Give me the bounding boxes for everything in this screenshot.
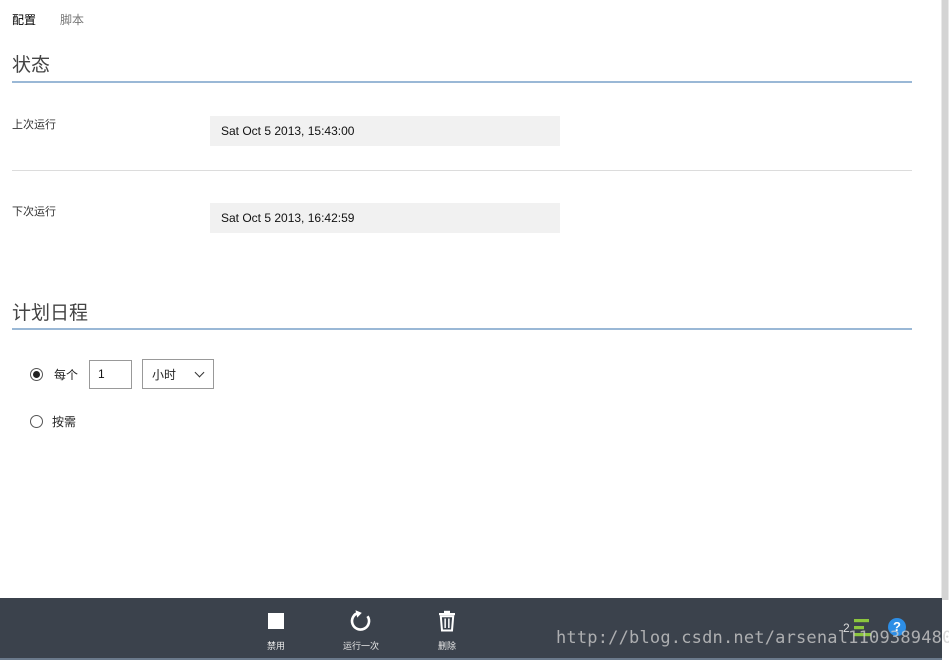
disable-button[interactable]: 禁用	[264, 598, 288, 652]
delete-button[interactable]: 删除	[435, 598, 459, 652]
tab-strip: 配置 脚本	[12, 11, 84, 28]
stop-icon	[264, 609, 288, 633]
chevron-down-icon	[194, 367, 205, 378]
interval-input[interactable]	[89, 359, 133, 389]
row-divider	[12, 170, 912, 171]
command-bar: 禁用 运行一次 删除	[0, 598, 942, 660]
status-section-title: 状态	[12, 55, 51, 76]
every-label: 每个	[54, 367, 79, 382]
interval-unit-select[interactable]: 小时	[142, 359, 215, 389]
schedule-section-divider	[12, 328, 912, 330]
tab-script[interactable]: 脚本	[60, 11, 84, 28]
next-run-label: 下次运行	[12, 206, 56, 218]
last-run-label: 上次运行	[12, 119, 56, 131]
delete-label: 删除	[437, 641, 456, 651]
run-once-button[interactable]: 运行一次	[343, 598, 379, 652]
on-demand-label: 按需	[52, 415, 77, 429]
disable-label: 禁用	[266, 641, 285, 651]
trash-icon	[435, 609, 459, 633]
schedule-every-row: 每个 小时	[30, 359, 215, 389]
help-icon[interactable]: ?	[888, 618, 906, 636]
radio-selected-dot	[33, 370, 40, 378]
scrollbar-thumb[interactable]	[942, 0, 948, 600]
on-demand-radio[interactable]	[30, 415, 43, 428]
interval-unit-value: 小时	[152, 368, 177, 382]
tab-config[interactable]: 配置	[12, 11, 36, 28]
every-radio[interactable]	[30, 367, 43, 381]
status-section-divider	[12, 81, 912, 83]
refresh-icon	[349, 609, 373, 633]
activity-list-icon	[853, 619, 871, 637]
vertical-scrollbar[interactable]	[941, 0, 949, 600]
next-run-value: Sat Oct 5 2013, 16:42:59	[210, 203, 560, 233]
notification-count: 2	[843, 621, 850, 635]
schedule-on-demand-row: 按需	[30, 413, 76, 430]
run-once-label: 运行一次	[343, 641, 380, 651]
notifications-button[interactable]: 2	[843, 618, 872, 638]
schedule-section-title: 计划日程	[12, 303, 89, 324]
last-run-value: Sat Oct 5 2013, 15:43:00	[210, 116, 560, 146]
